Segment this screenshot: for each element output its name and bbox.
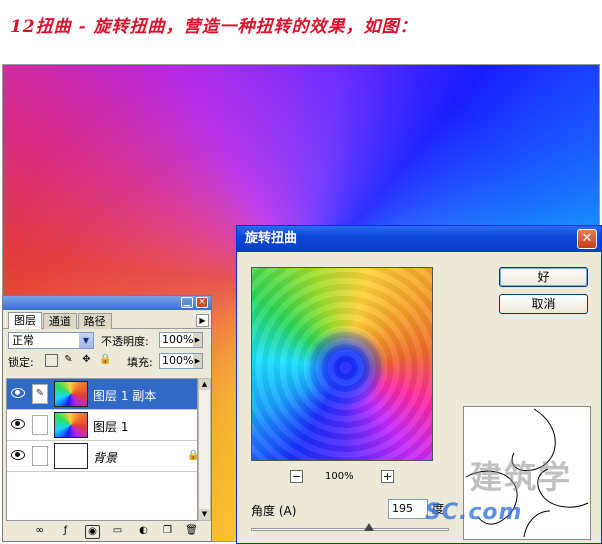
eye-icon[interactable] [11,419,25,429]
minimize-icon[interactable]: ▁ [181,297,193,308]
lock-move-icon[interactable]: ✥ [81,354,92,365]
layer-thumbnail [54,443,88,469]
lock-all-icon[interactable]: 🔒 [99,354,111,365]
layer-thumbnail [54,412,88,438]
new-layer-icon[interactable]: ❐ [161,525,174,537]
opacity-input[interactable]: 100% ▶ [159,332,203,348]
tab-layers[interactable]: 图层 [8,312,42,329]
zoom-in-button[interactable]: + [381,470,394,483]
layers-panel: ▁ × 图层 通道 路径 ▶ 正常 ▼ 不透明度: 100% ▶ 锁定: ✎ ✥… [2,295,212,542]
layer-list: ✎ 图层 1 副本 图层 1 背景 🔒 [6,378,199,521]
tutorial-caption: 12扭曲 - 旋转扭曲，营造一种扭转的效果，如图： [10,17,418,37]
close-icon[interactable]: ✕ [577,229,597,249]
fill-label: 填充: [127,356,153,369]
new-group-icon[interactable]: ▭ [111,525,124,537]
cancel-button[interactable]: 取消 [499,294,588,314]
link-box[interactable] [32,446,48,466]
brush-icon: ✎ [32,384,48,404]
panel-menu-icon[interactable]: ▶ [196,314,209,327]
angle-input[interactable]: 195 [388,499,428,519]
blend-mode-value: 正常 [12,334,34,347]
zoom-value: 100% [325,471,354,482]
fill-input[interactable]: 100% ▶ [159,353,203,369]
layer-scrollbar[interactable]: ▲ ▼ [198,378,211,521]
angle-label: 角度 (A) [251,504,297,518]
tab-channels[interactable]: 通道 [42,313,77,329]
angle-unit: 度 [432,502,445,516]
scroll-up-icon[interactable]: ▲ [199,379,210,390]
close-icon[interactable]: × [196,297,208,308]
tab-paths[interactable]: 路径 [77,313,112,329]
layer-row[interactable]: 背景 🔒 [7,441,199,472]
twirl-dialog: 旋转扭曲 ✕ − 100% + 好 取消 角度 (A) 195 度 [236,225,602,544]
angle-slider-track[interactable] [251,528,449,531]
ok-button[interactable]: 好 [499,267,588,287]
lock-brush-icon[interactable]: ✎ [63,354,74,365]
eye-icon[interactable] [11,388,25,398]
filter-preview[interactable] [251,267,433,461]
dialog-titlebar[interactable]: 旋转扭曲 ✕ [237,226,601,252]
lock-row: 锁定: ✎ ✥ 🔒 填充: 100% ▶ [3,350,211,371]
eye-icon[interactable] [11,450,25,460]
lock-transparency-icon[interactable] [45,354,58,367]
trash-icon[interactable]: 🗑 [185,525,198,537]
adjustment-layer-icon[interactable]: ◐ [137,525,150,537]
layer-name: 背景 [93,451,118,465]
layers-tabs: 图层 通道 路径 ▶ [3,312,211,329]
opacity-label: 不透明度: [101,335,149,348]
fill-value: 100% [162,354,194,367]
layer-name: 图层 1 [93,420,129,434]
zoom-out-button[interactable]: − [290,470,303,483]
link-layers-icon[interactable]: ∞ [33,525,46,537]
blend-row: 正常 ▼ 不透明度: 100% ▶ [3,329,211,350]
layer-row[interactable]: ✎ 图层 1 副本 [7,379,197,410]
twirl-curve-icon [465,408,589,538]
spin-arrow-icon[interactable]: ▶ [193,333,202,347]
angle-slider-thumb[interactable] [364,523,375,531]
twirl-shape-preview [463,406,591,540]
link-box[interactable] [32,415,48,435]
opacity-value: 100% [162,333,194,346]
lock-label: 锁定: [8,356,34,369]
dialog-title: 旋转扭曲 [245,231,298,246]
layer-name: 图层 1 副本 [93,389,157,403]
layer-row[interactable]: 图层 1 [7,410,197,441]
scroll-down-icon[interactable]: ▼ [199,509,210,520]
chevron-down-icon: ▼ [79,333,93,348]
spin-arrow-icon[interactable]: ▶ [193,354,202,368]
layer-style-icon[interactable]: ƒ [59,525,72,537]
blend-mode-select[interactable]: 正常 ▼ [8,332,94,349]
layer-thumbnail [54,381,88,407]
layers-panel-titlebar[interactable]: ▁ × [3,296,211,310]
mask-icon[interactable]: ◉ [85,525,100,539]
